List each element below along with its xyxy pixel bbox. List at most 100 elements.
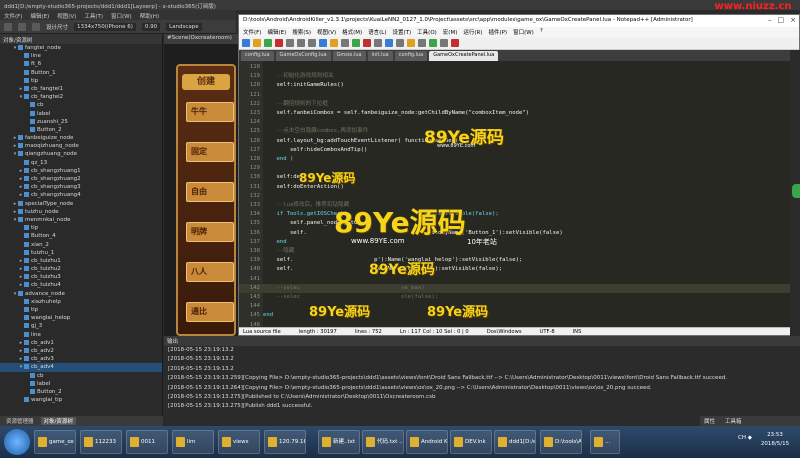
game-type-button[interactable]: 通比 <box>186 302 234 322</box>
side-float-button[interactable] <box>792 184 800 198</box>
tree-item[interactable]: Button_2 <box>0 388 162 396</box>
taskbar-item[interactable]: Android K... <box>406 430 448 454</box>
npp-file-tab[interactable]: GameOxConfig.lua <box>275 51 331 61</box>
npp-menu-item[interactable]: 语言(L) <box>368 28 386 36</box>
tree-item[interactable]: label <box>0 110 162 118</box>
tree-item[interactable]: cb <box>0 101 162 109</box>
tree-item[interactable]: Button_1 <box>0 69 162 77</box>
zoom-in-icon[interactable] <box>396 39 404 47</box>
tree-item[interactable]: ▸ cb_tuizhu4 <box>0 281 162 289</box>
tree-item[interactable]: ▾ cb_fangtei2 <box>0 93 162 101</box>
paste-icon[interactable] <box>341 39 349 47</box>
open-file-icon[interactable] <box>253 39 261 47</box>
tree-item[interactable]: Button_4 <box>0 232 162 240</box>
tree-item[interactable]: ▸ cb_shangzhuang3 <box>0 183 162 191</box>
cut-icon[interactable] <box>319 39 327 47</box>
tree-item[interactable]: ▾ qiangzhuang_node <box>0 150 162 158</box>
tree-item[interactable]: ▾ cb_adv4 <box>0 363 162 372</box>
tree-item[interactable]: gj_3 <box>0 322 162 330</box>
replace-icon[interactable] <box>385 39 393 47</box>
taskbar-item[interactable]: 112233 <box>80 430 122 454</box>
ide-menu-item[interactable]: 视图(V) <box>57 12 76 20</box>
tree-item[interactable]: ▸ cb_tuizhu1 <box>0 257 162 265</box>
orientation-select[interactable]: Landscape <box>166 22 202 31</box>
npp-menu-item[interactable]: 插件(P) <box>488 28 507 36</box>
new-file-icon[interactable] <box>242 39 250 47</box>
npp-menu-item[interactable]: 宏(M) <box>443 28 458 36</box>
maximize-icon[interactable]: □ <box>778 16 785 24</box>
new-icon[interactable] <box>4 22 12 31</box>
tree-item[interactable]: line <box>0 52 162 60</box>
tree-item[interactable]: ft_6 <box>0 60 162 68</box>
tree-item[interactable]: wanglai_tip <box>0 396 162 404</box>
code-editor[interactable]: 118 119 --初始化游戏规则相关 120 self:initGameRules… <box>239 61 799 327</box>
game-type-button[interactable]: 明牌 <box>186 222 234 242</box>
taskbar-item[interactable]: ddd1[D:/e... <box>494 430 536 454</box>
start-button[interactable] <box>4 429 30 455</box>
save-icon[interactable] <box>264 39 272 47</box>
taskbar-item[interactable]: lim <box>172 430 214 454</box>
tree-item[interactable]: ▸ cb_shangzhuang2 <box>0 175 162 183</box>
tree-item[interactable]: ▸ cb_shangzhuang1 <box>0 167 162 175</box>
taskbar-item[interactable]: 0011 <box>126 430 168 454</box>
tree-item[interactable]: wanglai_helop <box>0 314 162 322</box>
close-all-icon[interactable] <box>297 39 305 47</box>
taskbar-item[interactable]: 新建..txt <box>318 430 360 454</box>
npp-menu-item[interactable]: 窗口(W) <box>513 28 534 36</box>
undo-icon[interactable] <box>352 39 360 47</box>
open-icon[interactable] <box>18 22 26 31</box>
wrap-icon[interactable] <box>429 39 437 47</box>
npp-file-tab[interactable]: init.lua <box>367 51 393 61</box>
sync-icon[interactable] <box>418 39 426 47</box>
tab-properties[interactable]: 属性 <box>704 417 715 425</box>
taskbar-item[interactable]: 120.79.18... <box>264 430 306 454</box>
zoom-out-icon[interactable] <box>407 39 415 47</box>
tree-item[interactable]: cb <box>0 372 162 380</box>
tree-item[interactable]: qz_13 <box>0 159 162 167</box>
npp-menu-item[interactable]: 设置(T) <box>393 28 412 36</box>
print-icon[interactable] <box>308 39 316 47</box>
npp-menu-item[interactable]: 运行(R) <box>463 28 482 36</box>
game-type-button[interactable]: 固定 <box>186 142 234 162</box>
tree-item[interactable]: ▸ cb_shangzhuang4 <box>0 191 162 199</box>
taskbar-clock[interactable]: 23:53 2018/5/15 <box>754 431 796 449</box>
save-icon[interactable] <box>32 22 40 31</box>
tree-item[interactable]: ▸ cb_adv3 <box>0 355 162 363</box>
tree-item[interactable]: xian_2 <box>0 241 162 249</box>
npp-menu-item[interactable]: 编辑(E) <box>267 28 286 36</box>
macro-icon[interactable] <box>451 39 459 47</box>
game-type-button[interactable]: 自由 <box>186 182 234 202</box>
tree-item[interactable]: zuanshi_25 <box>0 118 162 126</box>
taskbar-item[interactable]: game_ox <box>34 430 76 454</box>
taskbar-item[interactable]: DEV.lnk <box>450 430 492 454</box>
system-tray[interactable]: CH ◆ <box>738 435 752 441</box>
tree-item[interactable]: xiazhuhelp <box>0 298 162 306</box>
close-icon[interactable] <box>286 39 294 47</box>
npp-menu-item[interactable]: 视图(V) <box>317 28 336 36</box>
tree-item[interactable]: ▸ cb_adv1 <box>0 339 162 347</box>
tree-item[interactable]: ▸ maoqizhuang_node <box>0 142 162 150</box>
tree-item[interactable]: tuizhu_1 <box>0 249 162 257</box>
scene-canvas[interactable]: 创建 牛牛 固定 自由 明牌 八人 通比 <box>164 44 238 336</box>
tree-item[interactable]: label <box>0 380 162 388</box>
tree-item[interactable]: line <box>0 331 162 339</box>
find-icon[interactable] <box>374 39 382 47</box>
npp-file-tab[interactable]: GameOxCreatePanel.lua <box>429 51 499 61</box>
npp-file-tab[interactable]: config.lua <box>394 51 428 61</box>
npp-menu-item[interactable]: 文件(F) <box>243 28 261 36</box>
tree-item[interactable]: ▾ fangtei_node <box>0 44 162 52</box>
ide-menu-item[interactable]: 工具(T) <box>84 12 103 20</box>
tree-item[interactable]: ▸ specialType_node <box>0 200 162 208</box>
tab-toolbox[interactable]: 工具箱 <box>725 417 742 425</box>
game-type-button[interactable]: 八人 <box>186 262 234 282</box>
npp-file-tab[interactable]: Gmsie.lua <box>332 51 366 61</box>
redo-icon[interactable] <box>363 39 371 47</box>
tree-item[interactable]: tip <box>0 77 162 85</box>
tree-item[interactable]: ▸ fanbeiguize_node <box>0 134 162 142</box>
npp-menu-item[interactable]: 搜索(S) <box>292 28 311 36</box>
npp-menu-item[interactable]: 工具(O) <box>417 28 437 36</box>
tree-item[interactable]: ▾ menmnkai_node <box>0 216 162 224</box>
scene-tab[interactable]: #Scene(Oxcreateroom) <box>164 34 238 44</box>
tree-item[interactable]: ▸ tuizhu_node <box>0 208 162 216</box>
zoom-select[interactable]: 0.90 <box>141 22 161 31</box>
